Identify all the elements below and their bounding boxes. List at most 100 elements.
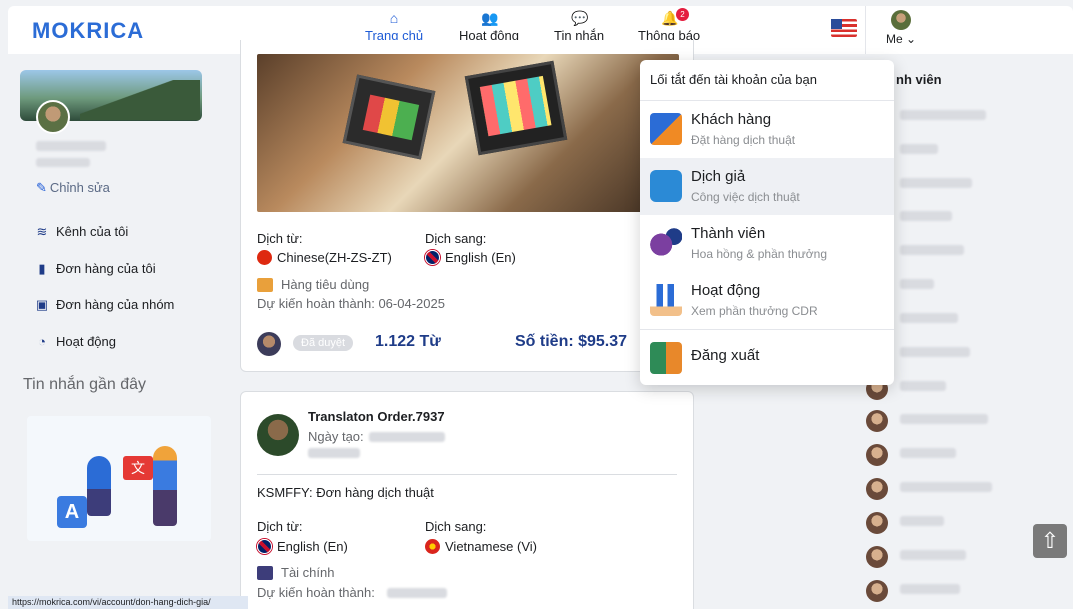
menu-item-label: Thành viên	[691, 225, 766, 242]
nav-divider	[865, 6, 866, 54]
member-name-blurred[interactable]	[900, 279, 934, 289]
member-name-blurred[interactable]	[900, 516, 944, 526]
me-avatar	[891, 10, 912, 30]
member-avatar[interactable]	[866, 546, 888, 568]
nav-home[interactable]: ⌂ Trang chủ	[365, 10, 424, 51]
profile-location-blurred	[36, 158, 90, 167]
member-avatar[interactable]	[866, 512, 888, 534]
member-name-blurred[interactable]	[900, 110, 986, 120]
order-hero-image	[257, 54, 679, 212]
due-date: Dự kiến hoàn thành: 06-04-2025	[257, 296, 445, 311]
member-avatar[interactable]	[866, 410, 888, 432]
member-name-blurred[interactable]	[900, 245, 964, 255]
order-title[interactable]: Translaton Order.7937	[308, 409, 445, 424]
card-divider	[257, 474, 677, 475]
customer-avatar[interactable]	[257, 414, 299, 456]
users-icon: 👥	[481, 10, 499, 26]
to-language: English (En)	[425, 250, 516, 265]
menu-item-sub: Hoa hồng & phần thưởng	[691, 247, 828, 261]
sidebar-item-group-orders[interactable]: ▣ Đơn hàng của nhóm	[34, 297, 175, 313]
translate-icon	[650, 113, 682, 145]
menu-item-logout[interactable]: Đăng xuất	[640, 330, 894, 385]
profile-name-blurred	[36, 141, 106, 151]
letter-a-icon: A	[57, 496, 87, 528]
member-avatar[interactable]	[866, 478, 888, 500]
recent-messages-heading: Tin nhắn gần đây	[23, 376, 147, 393]
uk-flag-icon	[425, 250, 440, 265]
consumer-goods-icon	[257, 277, 273, 292]
word-count: 1.122 Từ	[375, 333, 441, 350]
member-name-blurred[interactable]	[900, 414, 988, 424]
menu-item-sub: Xem phần thưởng CDR	[691, 304, 818, 318]
member-name-blurred[interactable]	[900, 144, 938, 154]
member-name-blurred[interactable]	[900, 482, 992, 492]
order-card[interactable]: Dịch từ: Chinese(ZH-ZS-ZT) Dịch sang: En…	[240, 40, 694, 372]
category-label: Tài chính	[281, 565, 335, 580]
chat-icon: 💬	[571, 10, 589, 26]
nav-notifications[interactable]: 🔔 2 Thông báo	[638, 8, 700, 43]
member-name-blurred[interactable]	[900, 448, 956, 458]
nav-activity[interactable]: 👥 Hoạt động	[459, 10, 519, 43]
menu-item-member[interactable]: Thành viên Hoa hồng & phần thưởng	[640, 215, 894, 272]
to-language: Vietnamese (Vi)	[425, 539, 537, 554]
sidebar-item-my-channel[interactable]: ≋ Kênh của tôi	[34, 224, 129, 240]
member-name-blurred[interactable]	[900, 550, 966, 560]
edit-label: Chỉnh sửa	[49, 180, 110, 195]
member-avatar[interactable]	[866, 444, 888, 466]
menu-item-label: Khách hàng	[691, 111, 772, 128]
menu-title: Lối tắt đến tài khoản của bạn	[650, 72, 817, 87]
from-language: English (En)	[257, 539, 348, 554]
document-icon: ▮	[38, 261, 46, 276]
laptop-image	[342, 74, 436, 160]
pie-chart-icon: ◔	[38, 334, 46, 349]
menu-item-label: Đăng xuất	[691, 347, 760, 364]
uk-flag-icon	[257, 539, 272, 554]
to-label: Dịch sang:	[425, 519, 487, 534]
logout-icon	[650, 342, 682, 374]
member-name-blurred[interactable]	[900, 381, 946, 391]
member-name-blurred[interactable]	[900, 347, 970, 357]
sidebar-item-label: Hoạt động	[56, 334, 116, 349]
created-date-blurred	[369, 432, 445, 442]
me-menu[interactable]: Me ⌄	[886, 10, 916, 46]
notification-badge: 2	[676, 8, 689, 21]
briefcase-icon: ▣	[35, 297, 49, 312]
growth-icon	[650, 284, 682, 316]
sidebar-item-label: Đơn hàng của tôi	[56, 261, 156, 276]
order-card[interactable]: Translaton Order.7937 Ngày tạo: KSMFFY: …	[240, 391, 694, 609]
nav-messages[interactable]: 💬 Tin nhắn	[554, 10, 604, 43]
from-lang-value: English (En)	[277, 539, 348, 554]
mokrica-logo[interactable]: MOKRICA	[32, 18, 144, 44]
chinese-char-icon: 文	[123, 456, 153, 480]
from-lang-value: Chinese(ZH-ZS-ZT)	[277, 250, 392, 265]
menu-item-customer[interactable]: Khách hàng Đặt hàng dịch thuật	[640, 101, 894, 158]
briefcase-icon	[650, 170, 682, 202]
member-name-blurred[interactable]	[900, 584, 960, 594]
to-label: Dịch sang:	[425, 231, 487, 246]
member-name-blurred[interactable]	[900, 178, 972, 188]
status-badge: Đã duyệt	[293, 335, 354, 351]
layers-icon: ≋	[36, 224, 48, 239]
member-name-blurred[interactable]	[900, 211, 952, 221]
sidebar-item-label: Kênh của tôi	[56, 224, 129, 239]
arrow-up-icon: ⇧	[1040, 528, 1060, 553]
us-flag-icon[interactable]	[831, 19, 857, 37]
profile-avatar[interactable]	[36, 100, 70, 134]
menu-item-label: Hoạt động	[691, 282, 761, 299]
sidebar-item-label: Đơn hàng của nhóm	[56, 297, 175, 312]
category-label: Hàng tiêu dùng	[281, 277, 370, 292]
member-avatar[interactable]	[866, 580, 888, 602]
menu-item-translator[interactable]: Dịch giả Công việc dịch thuật	[640, 158, 894, 215]
sidebar-item-my-orders[interactable]: ▮ Đơn hàng của tôi	[34, 261, 156, 277]
customer-avatar[interactable]	[257, 332, 281, 356]
account-shortcut-menu: Lối tắt đến tài khoản của bạn Khách hàng…	[640, 60, 894, 385]
member-name-blurred[interactable]	[900, 313, 958, 323]
menu-item-sub: Đặt hàng dịch thuật	[691, 133, 796, 147]
order-amount: Số tiền: $95.37	[515, 333, 628, 350]
link-status-bar: https://mokrica.com/vi/account/don-hang-…	[8, 596, 248, 609]
edit-profile-link[interactable]: ✎ Chỉnh sửa	[36, 180, 110, 196]
scroll-to-top-button[interactable]: ⇧	[1033, 524, 1067, 558]
menu-item-activity[interactable]: Hoạt động Xem phần thưởng CDR	[640, 272, 894, 329]
sidebar-item-activity[interactable]: ◔ Hoạt động	[34, 334, 116, 349]
created-label: Ngày tạo:	[308, 429, 364, 444]
